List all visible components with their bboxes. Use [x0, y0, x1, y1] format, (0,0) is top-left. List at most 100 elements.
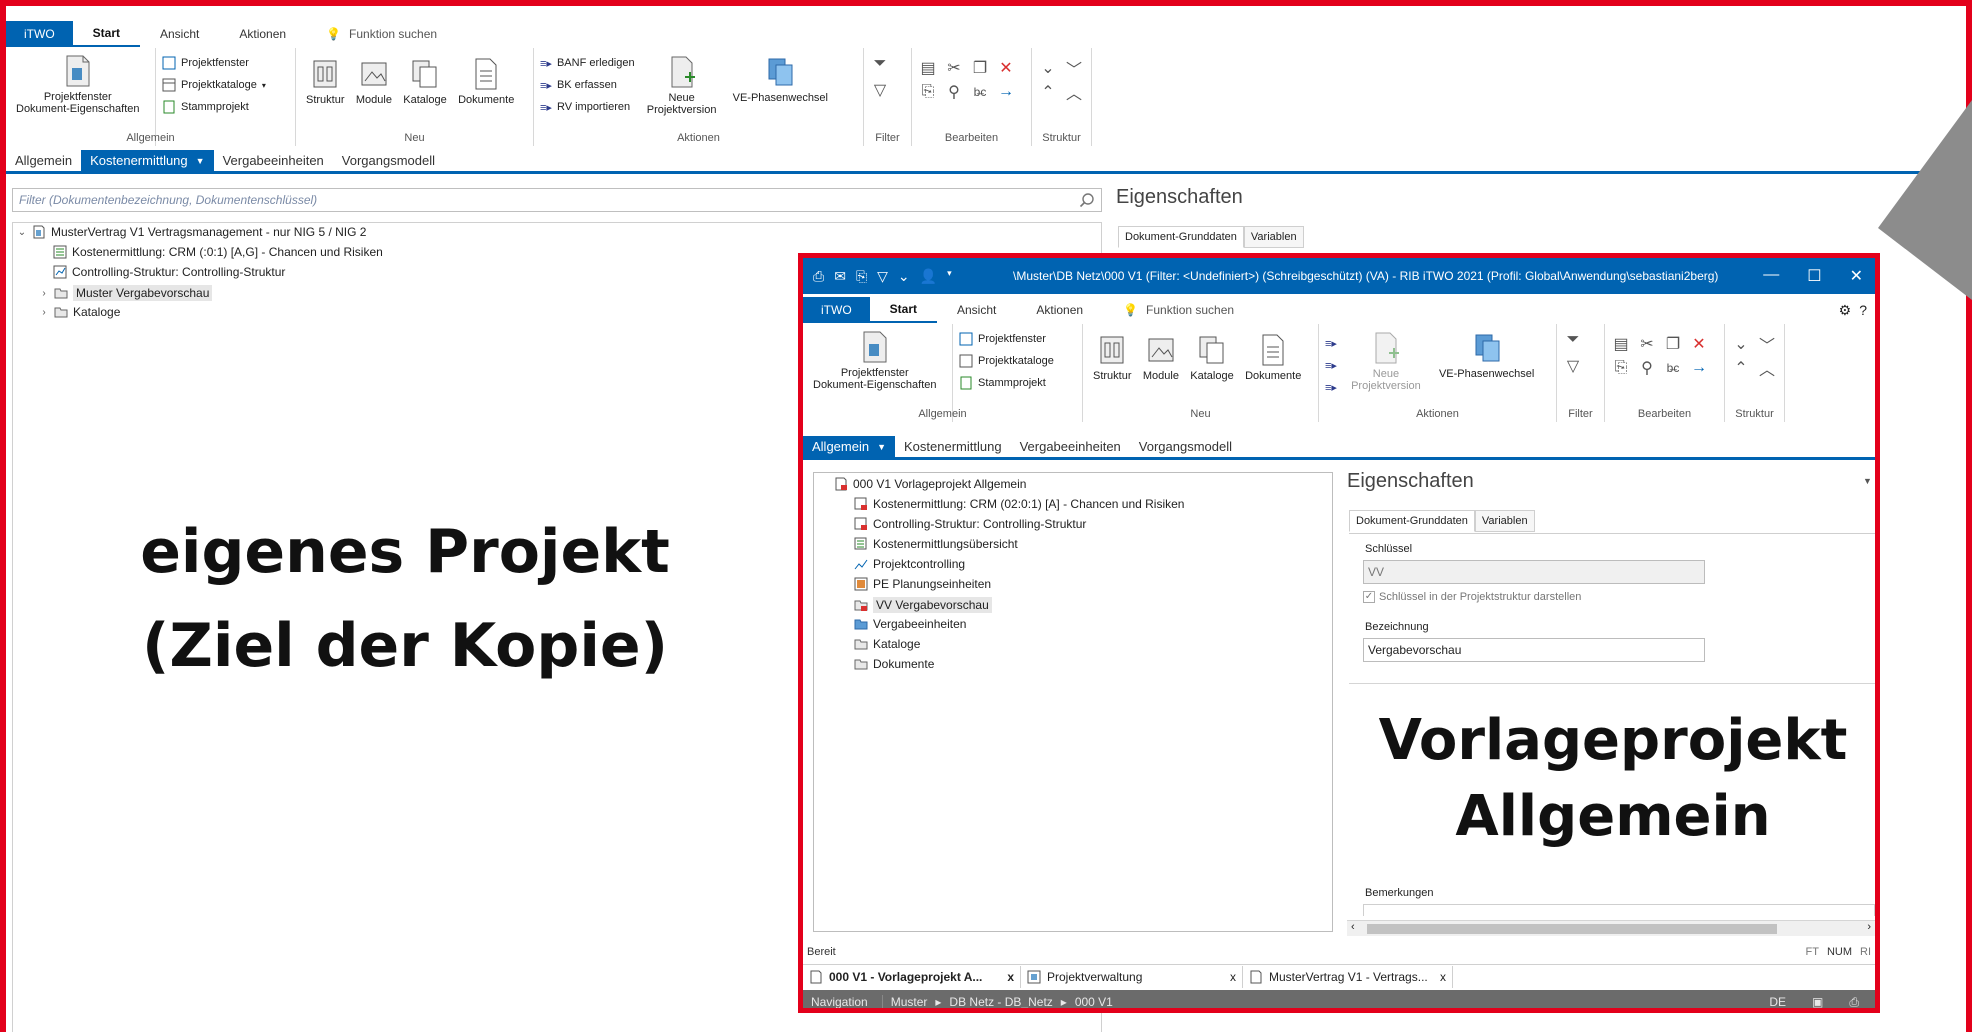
filter-icon[interactable]: ▽ — [870, 80, 890, 100]
projektkataloge-button[interactable]: Projektkataloge ▾ — [162, 74, 289, 96]
inner-tab-start[interactable]: Start — [869, 297, 937, 323]
inner-nav-tab-vorgangsmodell[interactable]: Vorgangsmodell — [1130, 436, 1241, 457]
inner-kataloge-button[interactable]: Kataloge — [1186, 330, 1237, 385]
inner-nav-tab-allgemein[interactable]: Allgemein ▼ — [803, 436, 896, 457]
bk-erfassen-button[interactable]: ≡▸ BK erfassen — [540, 74, 635, 96]
rv-importieren-button[interactable]: ≡▸ RV importieren — [540, 96, 635, 118]
inner-tree-node-root[interactable]: 000 V1 Vorlageprojekt Allgemein — [834, 477, 1026, 491]
inner-module-button[interactable]: Module — [1139, 330, 1183, 385]
mail-icon[interactable]: ✉ — [834, 268, 846, 285]
expand-all-icon[interactable]: ⌄ — [1731, 334, 1751, 354]
copy-icon[interactable]: ❐ — [970, 58, 990, 78]
tree-node-kataloge[interactable]: › Kataloge — [39, 305, 120, 319]
inner-nav-tab-kostenermittlung[interactable]: Kostenermittlung — [895, 436, 1011, 457]
tab-ansicht[interactable]: Ansicht — [140, 21, 219, 47]
dokumente-button[interactable]: Dokumente — [454, 54, 518, 109]
inner-dokumente-button[interactable]: Dokumente — [1241, 330, 1305, 385]
scroll-left-icon[interactable]: ‹ — [1351, 921, 1355, 933]
minimize-icon[interactable]: — — [1763, 266, 1779, 286]
inner-action-1[interactable]: ≡▸ — [1325, 332, 1337, 354]
inner-projektkataloge-button[interactable]: Projektkataloge — [959, 350, 1076, 372]
nav-crumb-muster[interactable]: Muster — [883, 995, 936, 1008]
inner-action-3[interactable]: ≡▸ — [1325, 376, 1337, 398]
search-icon[interactable] — [1079, 192, 1095, 208]
collapse-icon[interactable]: ︿ — [1757, 358, 1777, 379]
tree-node-muster-vergabevorschau[interactable]: › Muster Vergabevorschau — [39, 285, 213, 301]
paste-icon[interactable]: ▤ — [1611, 334, 1631, 354]
schluessel-checkbox[interactable]: ✓ Schlüssel in der Projektstruktur darst… — [1363, 591, 1581, 603]
paste-icon[interactable]: ▤ — [918, 58, 938, 78]
tree-node-root[interactable]: ⌄ MusterVertrag V1 Vertragsmanagement - … — [17, 225, 367, 239]
inner-tab-itwo[interactable]: iTWO — [803, 297, 870, 323]
find-icon[interactable]: ⚲ — [944, 82, 964, 102]
delete-icon[interactable]: ✕ — [1689, 334, 1709, 354]
inner-function-search[interactable]: 💡 Funktion suchen — [1103, 297, 1254, 323]
inner-tab-ansicht[interactable]: Ansicht — [937, 297, 1016, 323]
nav-tab-vorgangsmodell[interactable]: Vorgangsmodell — [333, 150, 444, 171]
module-button[interactable]: Module — [352, 54, 396, 109]
tab-itwo[interactable]: iTWO — [6, 21, 73, 47]
tree-node-kostenermittlung[interactable]: Kostenermittlung: CRM (:0:1) [A,G] - Cha… — [53, 245, 383, 259]
inner-tree-node-dokumente[interactable]: Dokumente — [854, 657, 934, 671]
horizontal-scrollbar[interactable]: ‹ › — [1347, 920, 1875, 936]
bemerkungen-field[interactable] — [1363, 904, 1875, 916]
collapse-icon[interactable]: ︿ — [1064, 82, 1084, 103]
scroll-right-icon[interactable]: › — [1867, 921, 1871, 933]
filter-edit-icon[interactable]: ⏷ — [870, 54, 890, 74]
gear-icon[interactable]: ⚙ — [1839, 302, 1852, 319]
inner-projektfenster-dokument-eigenschaften-button[interactable]: Projektfenster Dokument-Eigenschaften — [809, 324, 941, 394]
find-icon[interactable]: ⚲ — [1637, 358, 1657, 378]
print-icon[interactable]: ⎙ — [813, 268, 824, 285]
nav-tab-kostenermittlung[interactable]: Kostenermittlung ▼ — [81, 150, 214, 171]
inner-tree-node-controlling[interactable]: Controlling-Struktur: Controlling-Strukt… — [854, 517, 1086, 531]
expand-icon[interactable]: ﹀ — [1064, 58, 1084, 79]
inner-struktur-button[interactable]: Struktur — [1089, 330, 1136, 385]
kataloge-button[interactable]: Kataloge — [399, 54, 450, 109]
schluessel-field[interactable]: VV — [1363, 560, 1705, 584]
format-icon[interactable]: ⎘ — [918, 82, 938, 102]
inner-tree-node-vergabeeinheiten[interactable]: Vergabeeinheiten — [854, 617, 966, 631]
close-icon[interactable]: x — [1440, 970, 1446, 984]
function-search[interactable]: 💡 Funktion suchen — [306, 21, 457, 47]
inner-tree-node-projektcontrolling[interactable]: Projektcontrolling — [854, 557, 965, 571]
replace-icon[interactable]: b̶c — [1663, 358, 1683, 378]
inner-tree-node-kostenuebersicht[interactable]: Kostenermittlungsübersicht — [854, 537, 1018, 551]
user-icon[interactable]: 👤 — [920, 268, 937, 285]
inner-tree-node-kataloge[interactable]: Kataloge — [854, 637, 920, 651]
goto-icon[interactable]: → — [996, 82, 1016, 102]
nav-tab-allgemein[interactable]: Allgemein — [6, 150, 81, 171]
tab-variablen[interactable]: Variablen — [1243, 226, 1304, 248]
tab-dokument-grunddaten[interactable]: Dokument-Grunddaten — [1118, 226, 1244, 248]
inner-stammprojekt-button[interactable]: Stammprojekt — [959, 372, 1076, 394]
replace-icon[interactable]: b̶c — [970, 82, 990, 102]
cut-icon[interactable]: ✂ — [944, 58, 964, 78]
filter-edit-icon[interactable]: ⏷ — [1563, 330, 1583, 350]
inner-tree-node-kostenermittlung[interactable]: Kostenermittlung: CRM (02:0:1) [A] - Cha… — [854, 497, 1184, 511]
close-icon[interactable]: x — [1230, 970, 1236, 984]
nav-crumb-db-netz[interactable]: DB Netz - DB_Netz — [941, 995, 1060, 1008]
projektfenster-dokument-eigenschaften-button[interactable]: Projektfenster Dokument-Eigenschaften — [12, 48, 144, 118]
close-icon[interactable]: x — [1007, 970, 1014, 984]
filter-input[interactable]: Filter (Dokumentenbezeichnung, Dokumente… — [12, 188, 1102, 212]
filter-icon[interactable]: ▽ — [877, 268, 888, 285]
layout-icon[interactable]: ▣ — [1804, 995, 1831, 1008]
chevron-down-icon[interactable]: ▼ — [196, 156, 205, 166]
goto-icon[interactable]: → — [1689, 358, 1709, 378]
stammprojekt-button[interactable]: Stammprojekt — [162, 96, 289, 118]
chevron-down-icon[interactable]: ▼ — [877, 442, 886, 452]
chevron-down-icon[interactable]: ▼ — [1863, 476, 1872, 486]
inner-tab-variablen[interactable]: Variablen — [1474, 510, 1535, 532]
tree-node-controlling[interactable]: Controlling-Struktur: Controlling-Strukt… — [53, 265, 285, 279]
chevron-down-icon[interactable]: ▾ — [947, 268, 952, 285]
expand-icon[interactable]: ﹀ — [1757, 334, 1777, 355]
scrollbar-thumb[interactable] — [1367, 924, 1777, 934]
chevron-right-icon[interactable]: › — [39, 307, 49, 318]
collapse-all-icon[interactable]: ⌃ — [1038, 82, 1058, 102]
doc-tab-vorlageprojekt[interactable]: 000 V1 - Vorlageprojekt A... x — [803, 965, 1021, 988]
doc-tab-projektverwaltung[interactable]: Projektverwaltung x — [1021, 965, 1243, 988]
projektfenster-button[interactable]: Projektfenster — [162, 52, 289, 74]
doc-tab-mustervertrag[interactable]: MusterVertrag V1 - Vertrags... x — [1243, 965, 1453, 988]
nav-crumb-000-v1[interactable]: 000 V1 — [1067, 995, 1121, 1008]
inner-tree-node-planungseinheiten[interactable]: PE Planungseinheiten — [854, 577, 991, 591]
tab-start[interactable]: Start — [72, 21, 140, 47]
